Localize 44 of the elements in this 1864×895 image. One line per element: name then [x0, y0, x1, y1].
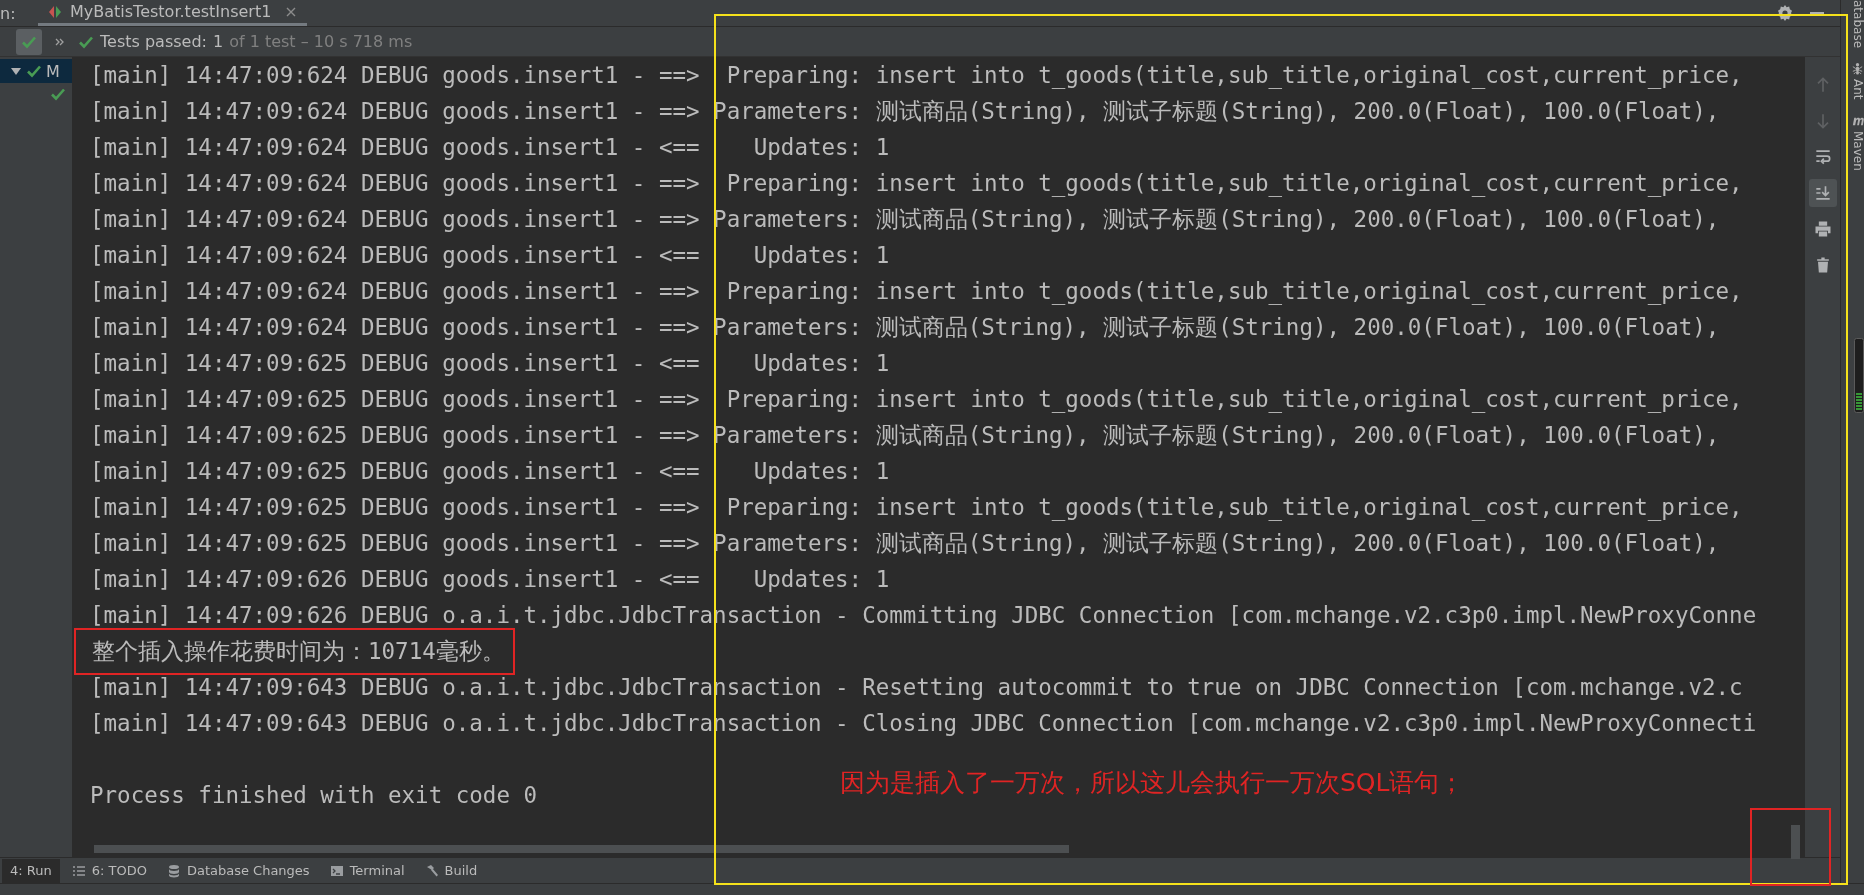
- tool-window-tab[interactable]: 6: TODO: [63, 858, 155, 883]
- console-line: [main] 14:47:09:624 DEBUG goods.insert1 - ==> Parameters: 测试商品(String), 测试子标题(String), 200.0(Float), 100.0(Float),: [90, 204, 1720, 234]
- annotation-note: 因为是插入了一万次，所以这儿会执行一万次SQL语句；: [840, 767, 1465, 799]
- console-line: [main] 14:47:09:625 DEBUG goods.insert1 - ==> Parameters: 测试商品(String), 测试子标题(String), 200.0(Float), 100.0(Float),: [90, 528, 1720, 558]
- console-line: [main] 14:47:09:624 DEBUG goods.insert1 - ==> Preparing: insert into t_goods(title,sub_title,original_cost,current_price,: [90, 62, 1743, 88]
- tree-item[interactable]: M: [0, 59, 72, 83]
- scrollbar-thumb[interactable]: [1791, 825, 1800, 859]
- check-icon: [26, 63, 42, 79]
- list-icon: [71, 863, 86, 878]
- tool-window-tab[interactable]: Build: [416, 858, 486, 883]
- settings-icon[interactable]: [1776, 4, 1794, 22]
- console-line: [main] 14:47:09:625 DEBUG goods.insert1 - <== Updates: 1: [90, 458, 890, 484]
- console-line: [main] 14:47:09:624 DEBUG goods.insert1 - ==> Preparing: insert into t_goods(title,sub_title,original_cost,current_price,: [90, 278, 1743, 304]
- scroll-to-end-icon[interactable]: [1808, 179, 1837, 207]
- console-line: [main] 14:47:09:625 DEBUG goods.insert1 - <== Updates: 1: [90, 350, 890, 376]
- test-count: 1: [212, 32, 224, 51]
- memory-indicator-icon: [1854, 338, 1864, 413]
- close-icon[interactable]: [285, 5, 298, 18]
- rerun-button[interactable]: [16, 28, 42, 55]
- ant-icon: [1851, 62, 1864, 76]
- tool-window-tab[interactable]: Terminal: [321, 858, 413, 883]
- panel-title: n:: [0, 3, 17, 23]
- tree-item-label: M: [46, 61, 60, 81]
- check-icon: [50, 86, 66, 102]
- scrollbar-thumb[interactable]: [94, 845, 1069, 853]
- console-line: [main] 14:47:09:626 DEBUG goods.insert1 - <== Updates: 1: [90, 566, 890, 592]
- console-line: Process finished with exit code 0: [90, 782, 538, 808]
- database-icon: [166, 863, 181, 878]
- console-line: [main] 14:47:09:624 DEBUG goods.insert1 - ==> Preparing: insert into t_goods(title,sub_title,original_cost,current_price,: [90, 170, 1743, 196]
- test-status: Tests passed:: [100, 32, 207, 51]
- console-line: [main] 14:47:09:625 DEBUG goods.insert1 - ==> Preparing: insert into t_goods(title,sub_title,original_cost,current_price,: [90, 386, 1743, 412]
- console-line: [main] 14:47:09:625 DEBUG goods.insert1 - ==> Parameters: 测试商品(String), 测试子标题(String), 200.0(Float), 100.0(Float),: [90, 420, 1720, 450]
- test-summary: of 1 test – 10 s 718 ms: [229, 32, 413, 51]
- console-line: [main] 14:47:09:625 DEBUG goods.insert1 - ==> Preparing: insert into t_goods(title,sub_title,original_cost,current_price,: [90, 494, 1743, 520]
- console-line: [main] 14:47:09:624 DEBUG goods.insert1 - ==> Parameters: 测试商品(String), 测试子标题(String), 200.0(Float), 100.0(Float),: [90, 96, 1720, 126]
- run-config-icon: [48, 4, 62, 19]
- tool-window-tab[interactable]: Database Changes: [158, 858, 318, 883]
- tool-window-tab[interactable]: 4: Run: [2, 858, 60, 883]
- terminal-icon: [329, 863, 344, 878]
- console-line: [main] 14:47:09:624 DEBUG goods.insert1 - <== Updates: 1: [90, 134, 890, 160]
- expand-arrow-icon[interactable]: [10, 65, 22, 77]
- console-line: [main] 14:47:09:624 DEBUG goods.insert1 - ==> Parameters: 测试商品(String), 测试子标题(String), 200.0(Float), 100.0(Float),: [90, 312, 1720, 342]
- run-tab[interactable]: MyBatisTestor.testInsert1: [38, 0, 308, 26]
- console-line: [main] 14:47:09:624 DEBUG goods.insert1 - <== Updates: 1: [90, 242, 890, 268]
